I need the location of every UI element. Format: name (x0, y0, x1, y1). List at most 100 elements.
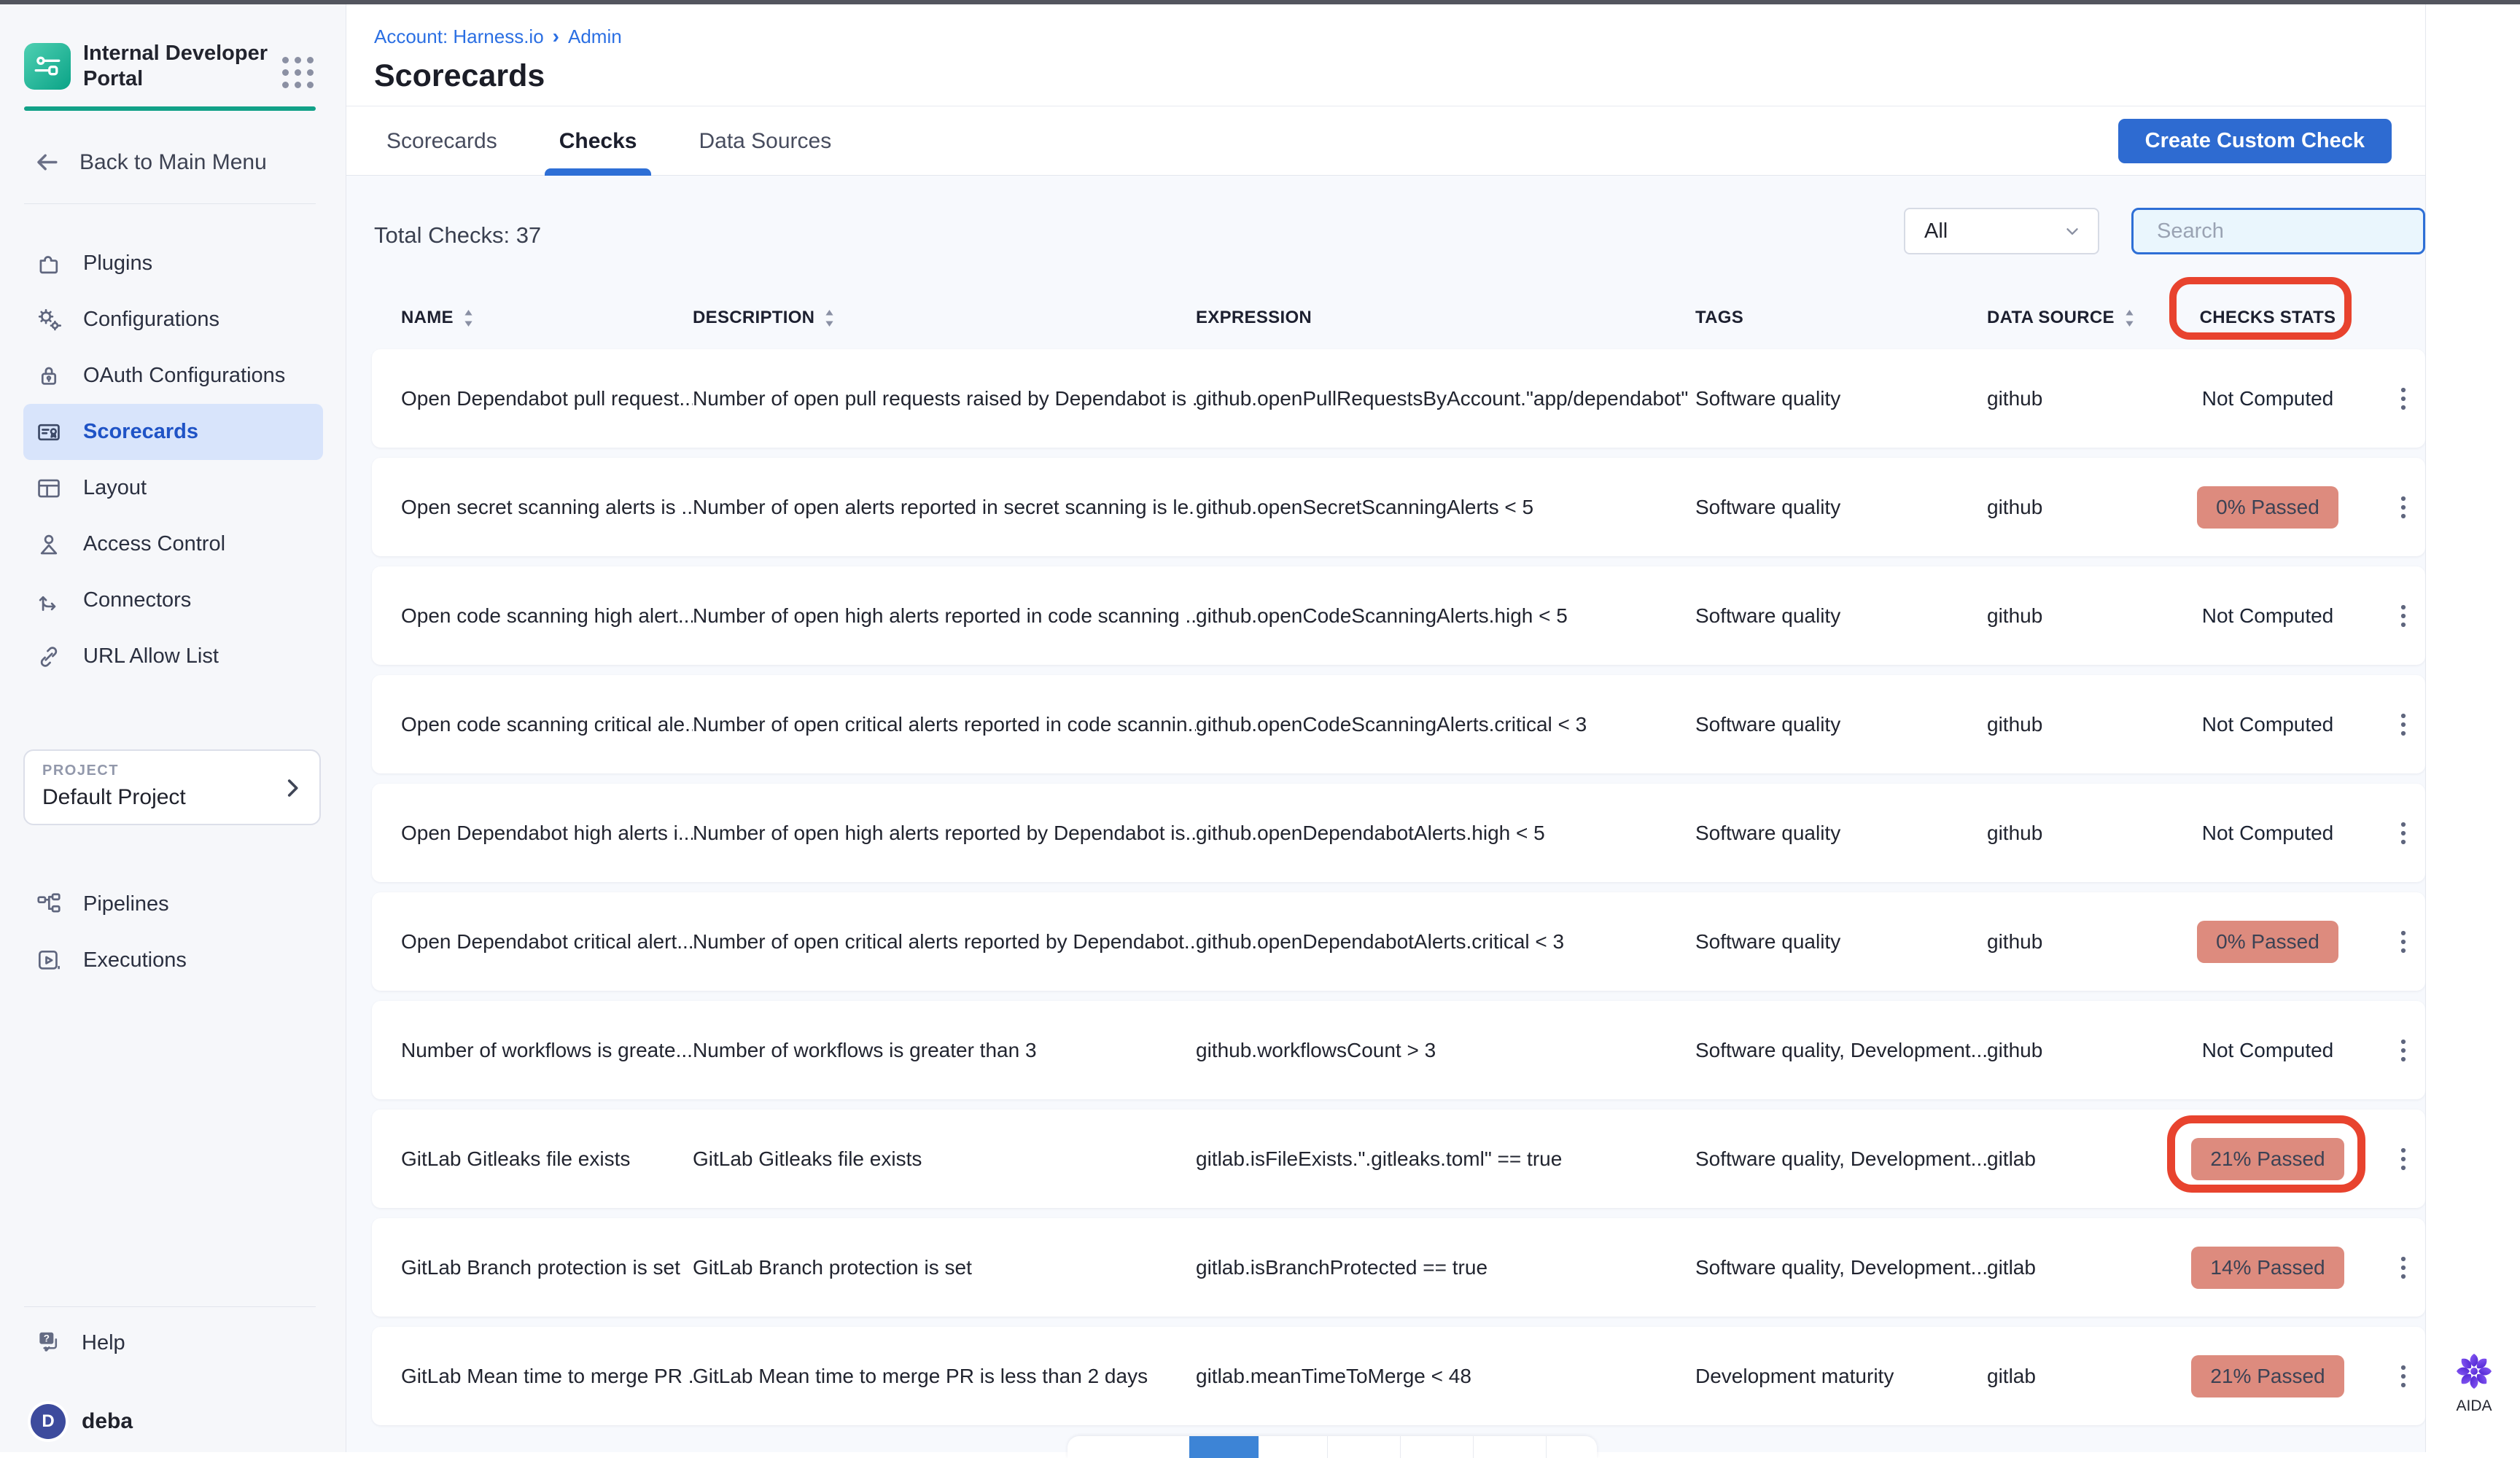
check-data-source: github (1987, 930, 2155, 954)
help-button[interactable]: ? Help (35, 1329, 125, 1357)
sidebar-item-plugins[interactable]: Plugins (23, 235, 323, 292)
row-menu-button[interactable] (2381, 1364, 2425, 1389)
row-menu-button[interactable] (2381, 821, 2425, 846)
table-row[interactable]: Open Dependabot pull request... Number o… (372, 349, 2425, 448)
tab-checks[interactable]: Checks (559, 106, 637, 176)
table-row[interactable]: Open code scanning critical ale... Numbe… (372, 675, 2425, 773)
check-expression: github.openCodeScanningAlerts.high < 5 (1196, 604, 1695, 628)
check-name: GitLab Mean time to merge PR ... (401, 1365, 693, 1388)
breadcrumb-account-link[interactable]: Account: Harness.io (374, 26, 544, 48)
stats-badge: 0% Passed (2197, 921, 2338, 963)
check-tags: Software quality, Development... (1695, 1256, 1987, 1279)
kebab-icon (2400, 1038, 2407, 1063)
sidebar-item-access-control[interactable]: Access Control (23, 516, 323, 572)
column-header-description[interactable]: DESCRIPTION (693, 308, 1196, 328)
pagination-current-page[interactable] (1189, 1436, 1259, 1458)
page-title: Scorecards (374, 58, 545, 94)
row-menu-button[interactable] (2381, 386, 2425, 411)
check-expression: github.openDependabotAlerts.critical < 3 (1196, 930, 1695, 954)
user-menu[interactable]: D deba (31, 1404, 133, 1439)
back-to-main-menu[interactable]: Back to Main Menu (34, 149, 267, 176)
sort-icon[interactable] (2124, 308, 2135, 328)
check-expression: github.openDependabotAlerts.high < 5 (1196, 822, 1695, 845)
create-custom-check-button[interactable]: Create Custom Check (2118, 119, 2392, 163)
project-selector[interactable]: PROJECT Default Project (23, 749, 321, 825)
column-header-tags: TAGS (1695, 308, 1987, 328)
check-description: GitLab Branch protection is set (693, 1256, 1196, 1279)
main-content: Account: Harness.io › Admin Scorecards S… (346, 4, 2425, 1452)
check-tags: Software quality (1695, 496, 1987, 519)
svg-text:?: ? (44, 1333, 50, 1344)
stats-badge: 0% Passed (2197, 486, 2338, 529)
sidebar-item-label: Pipelines (83, 892, 169, 916)
sort-icon[interactable] (824, 308, 835, 328)
admin-menu: Plugins Configurations OAuth Configurati… (0, 235, 346, 685)
aida-assistant-button[interactable]: AIDA (2452, 1349, 2496, 1415)
checks-table: Open Dependabot pull request... Number o… (372, 349, 2425, 1435)
column-header-data-source[interactable]: DATA SOURCE (1987, 308, 2155, 328)
check-expression: github.workflowsCount > 3 (1196, 1039, 1695, 1062)
sidebar-divider (24, 203, 316, 204)
sort-icon[interactable] (463, 308, 474, 328)
app-switcher-icon[interactable] (282, 57, 314, 88)
check-tags: Software quality (1695, 604, 1987, 628)
search-input[interactable] (2157, 219, 2432, 243)
search-box (2131, 208, 2425, 254)
person-icon (35, 531, 63, 558)
table-row[interactable]: Open Dependabot high alerts i... Number … (372, 784, 2425, 882)
check-data-source: gitlab (1987, 1365, 2155, 1388)
checks-panel: Total Checks: 37 All NAME DESCRIPTION EX (346, 176, 2425, 1452)
sidebar-item-label: Scorecards (83, 420, 198, 444)
table-row[interactable]: Open Dependabot critical alert... Number… (372, 892, 2425, 991)
column-header-expression: EXPRESSION (1196, 308, 1695, 328)
check-stats: Not Computed (2202, 1039, 2334, 1061)
browser-top-strip (0, 0, 2520, 4)
table-row[interactable]: GitLab Branch protection is set GitLab B… (372, 1218, 2425, 1317)
pagination-divider (1327, 1436, 1328, 1458)
sidebar-item-layout[interactable]: Layout (23, 460, 323, 516)
sidebar-item-configurations[interactable]: Configurations (23, 292, 323, 348)
sidebar-item-oauth-configurations[interactable]: OAuth Configurations (23, 348, 323, 404)
table-row[interactable]: Open secret scanning alerts is ... Numbe… (372, 458, 2425, 556)
column-header-name[interactable]: NAME (401, 308, 693, 328)
tab-scorecards[interactable]: Scorecards (386, 106, 497, 176)
layout-icon (35, 475, 63, 502)
lock-icon (35, 362, 63, 390)
row-menu-button[interactable] (2381, 1038, 2425, 1063)
sidebar-item-executions[interactable]: Executions (23, 932, 323, 989)
kebab-icon (2400, 929, 2407, 954)
row-menu-button[interactable] (2381, 929, 2425, 954)
check-tags: Software quality (1695, 387, 1987, 410)
kebab-icon (2400, 1147, 2407, 1172)
table-row[interactable]: GitLab Gitleaks file exists GitLab Gitle… (372, 1110, 2425, 1208)
filter-dropdown[interactable]: All (1904, 208, 2099, 254)
pagination-divider (1473, 1436, 1474, 1458)
sidebar-item-url-allow-list[interactable]: URL Allow List (23, 628, 323, 685)
help-label: Help (82, 1331, 125, 1355)
check-data-source: github (1987, 604, 2155, 628)
sidebar-item-connectors[interactable]: Connectors (23, 572, 323, 628)
check-stats: Not Computed (2202, 713, 2334, 736)
table-row[interactable]: GitLab Mean time to merge PR ... GitLab … (372, 1327, 2425, 1425)
sidebar-accent-rule (24, 106, 316, 111)
tab-data-sources[interactable]: Data Sources (699, 106, 831, 176)
app-logo: Internal Developer Portal (24, 41, 268, 92)
check-description: Number of open alerts reported in secret… (693, 496, 1196, 519)
breadcrumb-admin-link[interactable]: Admin (568, 26, 622, 48)
row-menu-button[interactable] (2381, 604, 2425, 628)
table-header: NAME DESCRIPTION EXPRESSION TAGS DATA SO… (372, 289, 2425, 347)
check-data-source: github (1987, 713, 2155, 736)
sidebar-item-label: Layout (83, 476, 147, 500)
row-menu-button[interactable] (2381, 712, 2425, 737)
sidebar-item-scorecards[interactable]: Scorecards (23, 404, 323, 460)
row-menu-button[interactable] (2381, 1255, 2425, 1280)
sidebar-item-pipelines[interactable]: Pipelines (23, 876, 323, 932)
table-row[interactable]: Open code scanning high alert... Number … (372, 566, 2425, 665)
row-menu-button[interactable] (2381, 495, 2425, 520)
pagination-divider (1400, 1436, 1401, 1458)
breadcrumb-chevron-icon: › (553, 25, 559, 48)
table-row[interactable]: Number of workflows is greate... Number … (372, 1001, 2425, 1099)
check-description: Number of open pull requests raised by D… (693, 387, 1196, 410)
row-menu-button[interactable] (2381, 1147, 2425, 1172)
pagination-bar[interactable] (1068, 1436, 1597, 1458)
